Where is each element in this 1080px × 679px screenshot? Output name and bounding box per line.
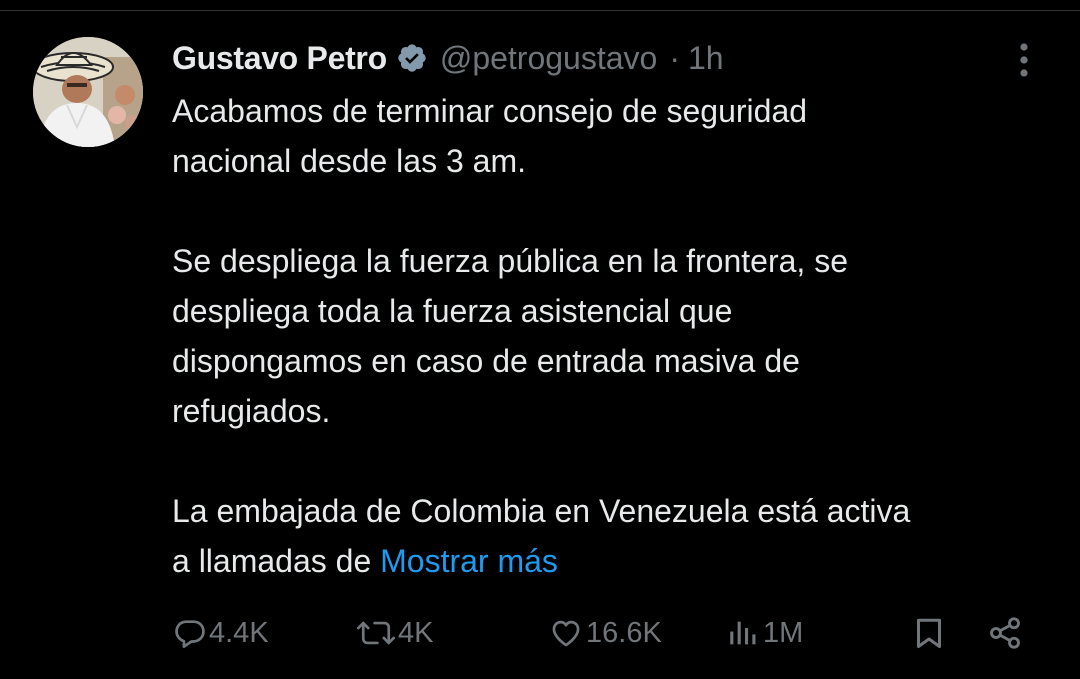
tweet-line-last: a llamadas de Mostrar más [172, 536, 1052, 586]
avatar[interactable] [33, 37, 143, 147]
tweet-line: nacional desde las 3 am. [172, 143, 526, 179]
action-bar: 4.4K 4K 16.6K 1M [0, 608, 1080, 658]
tweet-text: Acabamos de terminar consejo de segurida… [172, 86, 1052, 586]
like-button[interactable]: 16.6K [548, 608, 662, 658]
bookmark-button[interactable] [911, 608, 947, 658]
show-more-link[interactable]: Mostrar más [380, 543, 558, 579]
tweet-line-text: a llamadas de [172, 543, 372, 579]
views-button[interactable]: 1M [725, 608, 803, 658]
tweet-line: despliega toda la fuerza asistencial que [172, 293, 733, 329]
vertical-ellipsis-icon[interactable] [1008, 42, 1040, 78]
repost-button[interactable]: 4K [356, 608, 433, 658]
reply-button[interactable]: 4.4K [173, 608, 269, 658]
separator-dot: · [669, 39, 680, 76]
like-count: 16.6K [586, 616, 662, 649]
tweet-line: dispongamos en caso de entrada masiva de [172, 343, 800, 379]
repost-arrows-icon [356, 616, 396, 650]
heart-icon [548, 616, 584, 650]
repost-count: 4K [398, 616, 434, 649]
bar-chart-icon [725, 616, 761, 650]
verified-badge-icon [396, 42, 428, 74]
share-nodes-icon [986, 615, 1024, 651]
reply-count: 4.4K [209, 616, 269, 649]
author-name[interactable]: Gustavo Petro [172, 40, 387, 77]
views-count: 1M [763, 616, 804, 649]
share-button[interactable] [986, 608, 1024, 658]
tweet-line: refugiados. [172, 393, 331, 429]
bookmark-icon [911, 615, 947, 651]
tweet-line: Acabamos de terminar consejo de segurida… [172, 93, 808, 129]
timestamp[interactable]: 1h [688, 40, 724, 77]
tweet-line: La embajada de Colombia en Venezuela est… [172, 493, 911, 529]
tweet-header: Gustavo Petro @petrogustavo · 1h [172, 36, 724, 80]
speech-bubble-icon [173, 616, 207, 650]
top-divider [0, 10, 1080, 11]
author-handle[interactable]: @petrogustavo [440, 40, 658, 77]
tweet-line: Se despliega la fuerza pública en la fro… [172, 243, 848, 279]
avatar-image [33, 37, 143, 147]
